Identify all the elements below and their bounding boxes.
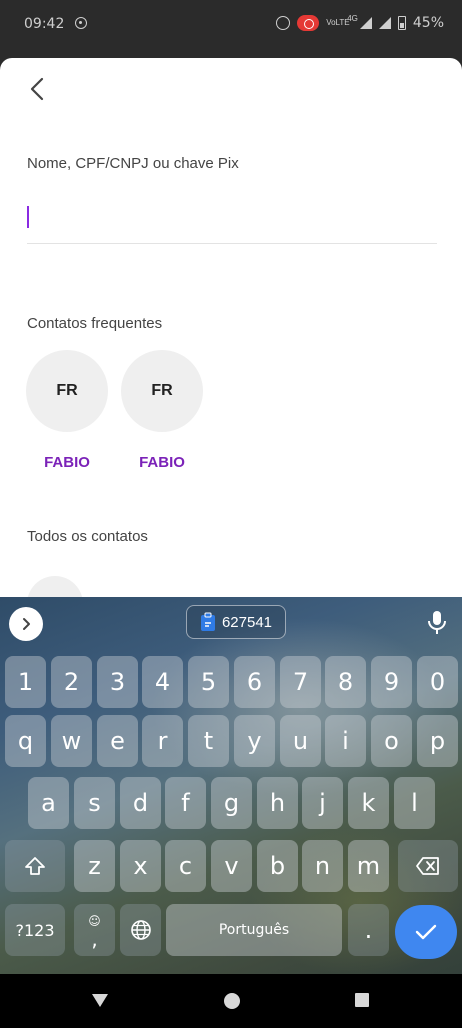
signal-icon-2: [378, 17, 391, 29]
status-icons: VoLTE 4G 45%: [276, 13, 444, 31]
home-circle-icon[interactable]: [223, 992, 241, 1010]
key-4[interactable]: 4: [142, 656, 183, 708]
key-e[interactable]: e: [97, 715, 138, 767]
key-p[interactable]: p: [417, 715, 458, 767]
recents-square-icon[interactable]: [354, 992, 370, 1008]
network-type: 4G: [347, 13, 358, 23]
key-1[interactable]: 1: [5, 656, 46, 708]
key-n[interactable]: n: [302, 840, 343, 892]
key-z[interactable]: z: [74, 840, 115, 892]
backspace-key[interactable]: [398, 840, 458, 892]
key-u[interactable]: u: [280, 715, 321, 767]
key-3[interactable]: 3: [97, 656, 138, 708]
symbols-key[interactable]: ?123: [5, 904, 65, 956]
avatar: FR: [26, 350, 108, 432]
key-f[interactable]: f: [165, 777, 206, 829]
key-8[interactable]: 8: [325, 656, 366, 708]
all-contacts-title: Todos os contatos: [27, 528, 148, 545]
key-o[interactable]: o: [371, 715, 412, 767]
emoji-comma-key[interactable]: ☺ ,: [74, 904, 115, 956]
key-t[interactable]: t: [188, 715, 229, 767]
period-key[interactable]: .: [348, 904, 389, 956]
key-w[interactable]: w: [51, 715, 92, 767]
search-label: Nome, CPF/CNPJ ou chave Pix: [27, 155, 239, 172]
comma-label: ,: [91, 927, 98, 951]
space-bar[interactable]: Português: [166, 904, 342, 956]
status-time: 09:42: [24, 16, 65, 32]
avatar: FR: [121, 350, 203, 432]
key-7[interactable]: 7: [280, 656, 321, 708]
key-5[interactable]: 5: [188, 656, 229, 708]
key-a[interactable]: a: [28, 777, 69, 829]
clipboard-suggestion[interactable]: 627541: [186, 605, 286, 639]
backspace-icon: [416, 857, 439, 875]
key-s[interactable]: s: [74, 777, 115, 829]
alarm-icon: [276, 16, 291, 30]
key-k[interactable]: k: [348, 777, 389, 829]
key-2[interactable]: 2: [51, 656, 92, 708]
battery-icon: [397, 16, 406, 30]
chevron-left-icon: [30, 77, 44, 101]
contact-name: FABIO: [44, 454, 90, 471]
microphone-icon[interactable]: [425, 609, 449, 637]
key-y[interactable]: y: [234, 715, 275, 767]
navigation-bar: [0, 974, 462, 1028]
key-9[interactable]: 9: [371, 656, 412, 708]
language-key[interactable]: [120, 904, 161, 956]
globe-icon: [130, 920, 151, 940]
frequent-contact[interactable]: FR FABIO: [121, 350, 203, 471]
clipboard-icon: [200, 612, 215, 631]
status-bar: 09:42 VoLTE 4G 45%: [0, 0, 462, 50]
key-0[interactable]: 0: [417, 656, 458, 708]
text-caret: [27, 206, 29, 228]
shift-key[interactable]: [5, 840, 65, 892]
key-v[interactable]: v: [211, 840, 252, 892]
key-b[interactable]: b: [257, 840, 298, 892]
key-x[interactable]: x: [120, 840, 161, 892]
key-i[interactable]: i: [325, 715, 366, 767]
key-g[interactable]: g: [211, 777, 252, 829]
frequent-contacts-title: Contatos frequentes: [27, 315, 163, 332]
key-r[interactable]: r: [142, 715, 183, 767]
screen-record-icon: [297, 15, 320, 31]
back-button[interactable]: [22, 72, 52, 106]
key-d[interactable]: d: [120, 777, 161, 829]
key-l[interactable]: l: [394, 777, 435, 829]
volte-icon: VoLTE: [326, 18, 350, 27]
frequent-contact[interactable]: FR FABIO: [26, 350, 108, 471]
key-q[interactable]: q: [5, 715, 46, 767]
keyboard: 627541 1 2 3 4 5 6 7 8 9 0 q w e r t y u…: [0, 597, 462, 974]
toolbar-expand-button[interactable]: [9, 607, 43, 641]
key-j[interactable]: j: [302, 777, 343, 829]
back-triangle-icon[interactable]: [90, 992, 110, 1008]
key-6[interactable]: 6: [234, 656, 275, 708]
whatsapp-icon: [75, 17, 87, 29]
signal-icon: [359, 17, 372, 29]
pix-contact-sheet: Nome, CPF/CNPJ ou chave Pix Contatos fre…: [0, 58, 462, 632]
checkmark-icon: [415, 924, 437, 940]
clipboard-text: 627541: [221, 613, 273, 631]
search-input[interactable]: [27, 198, 437, 244]
key-c[interactable]: c: [165, 840, 206, 892]
key-h[interactable]: h: [257, 777, 298, 829]
enter-button[interactable]: [395, 905, 457, 959]
keyboard-toolbar: 627541: [0, 597, 462, 647]
chevron-right-icon: [23, 618, 30, 630]
battery-percent: 45%: [412, 15, 444, 31]
key-m[interactable]: m: [348, 840, 389, 892]
contact-name: FABIO: [139, 454, 185, 471]
shift-icon: [25, 857, 45, 875]
